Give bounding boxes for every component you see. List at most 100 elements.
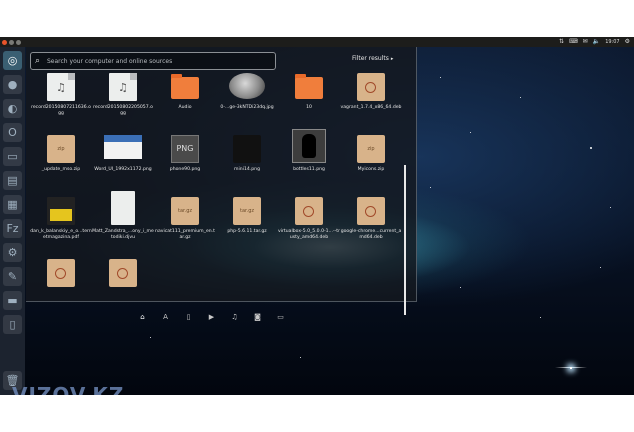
file-tile[interactable]: dan_k_balanskiy_e_o...ternetmagazina.pdf	[30, 197, 92, 257]
file-tile[interactable]: 0-...ge-3kNTDi23dq.jpg	[216, 73, 278, 133]
search-icon: ⌕	[35, 55, 41, 66]
desktop: ⇅ ⌨ ✉ 🔈 19:07 ⚙ ◎ ● ◐ O ▭ ▤ ▦ Fz ⚙ ✎ ▬ ▯…	[0, 37, 634, 395]
volume-icon[interactable]: 🔈	[593, 37, 600, 47]
dark-image-thumbnail	[233, 135, 261, 163]
star	[590, 147, 592, 149]
search-box[interactable]: ⌕	[30, 52, 276, 70]
star	[300, 357, 301, 358]
file-label: 10	[306, 105, 312, 110]
audio-file-icon: ♫	[109, 73, 137, 101]
file-label: _update_mso.zip	[41, 167, 81, 172]
file-label: mini14.png	[234, 167, 260, 172]
video-icon[interactable]: ▶	[207, 313, 216, 321]
launcher-text-editor-icon[interactable]: ▦	[3, 195, 22, 214]
folder-icon	[295, 74, 323, 99]
dash-home-button[interactable]: ◎	[3, 51, 22, 70]
file-label: google-chrome...current_amd64.deb	[340, 229, 402, 240]
file-label: php-5.6.11.tar.gz	[227, 229, 267, 234]
file-label: virtualbox-5.0_5.0.0-1...--trusty_amd64.…	[278, 229, 340, 240]
clock[interactable]: 19:07	[605, 39, 619, 45]
music-icon[interactable]: ♫	[230, 313, 239, 321]
launcher-gimp-icon[interactable]: ✎	[3, 267, 22, 286]
file-tile[interactable]: vagrant_1.7.4_x86_64.deb	[340, 73, 402, 133]
file-tile[interactable]: zip _update_mso.zip	[30, 135, 92, 195]
file-tile[interactable]: ♫ record20150802205057.ogg	[92, 73, 154, 133]
launcher-files-icon[interactable]: ▤	[3, 171, 22, 190]
top-panel: ⇅ ⌨ ✉ 🔈 19:07 ⚙	[0, 37, 634, 47]
bottle-image-thumbnail	[292, 129, 326, 163]
launcher-disk-icon[interactable]: ▯	[3, 315, 22, 334]
file-label: navicat111_premium_en.tar.gz	[155, 229, 215, 240]
file-tile[interactable]: tar.gz navicat111_premium_en.tar.gz	[154, 197, 216, 257]
file-tile[interactable]	[30, 259, 92, 293]
social-icon[interactable]: ▭	[276, 313, 285, 321]
star	[540, 317, 541, 318]
targz-archive-icon: tar.gz	[233, 197, 261, 225]
launcher-browser-icon[interactable]: ●	[3, 75, 22, 94]
zip-archive-icon: zip	[47, 135, 75, 163]
file-label: dan_k_balanskiy_e_o...ternetmagazina.pdf	[30, 229, 92, 240]
deb-package-icon	[47, 259, 75, 287]
home-icon[interactable]: ⌂	[138, 313, 147, 321]
file-tile[interactable]: Matt_Zandstra_...ony_i_metodiki.djvu	[92, 191, 154, 257]
deb-package-icon	[357, 197, 385, 225]
close-window-button[interactable]	[2, 39, 7, 45]
file-tile[interactable]: ♫ record20150807211636.ogg	[30, 73, 92, 133]
file-tile[interactable]: 10	[278, 73, 340, 133]
star	[150, 337, 151, 338]
moon-image-thumbnail	[229, 73, 265, 99]
file-tile[interactable]: google-chrome...current_amd64.deb	[340, 197, 402, 257]
launcher-settings-icon[interactable]: ⚙	[3, 243, 22, 262]
star	[520, 97, 521, 98]
photos-icon[interactable]: ◙	[253, 313, 262, 321]
deb-package-icon	[109, 259, 137, 287]
mail-icon[interactable]: ✉	[583, 37, 588, 47]
folder-icon	[171, 74, 199, 99]
star	[430, 187, 431, 188]
star-flare-core	[570, 367, 572, 369]
launcher-firefox-icon[interactable]: ◐	[3, 99, 22, 118]
search-input[interactable]	[44, 57, 275, 65]
lens-bar: ⌂ A ▯ ▶ ♫ ◙ ▭	[138, 310, 298, 324]
file-label: Audio	[178, 105, 192, 110]
file-tile[interactable]: virtualbox-5.0_5.0.0-1...--trusty_amd64.…	[278, 197, 340, 257]
file-tile[interactable]: Audio	[154, 73, 216, 133]
file-label: Word_UI_1992x1172.png	[94, 167, 152, 172]
dash-overlay: ⌕ Filter results▸ ♫ record20150807211636…	[26, 47, 417, 321]
audio-file-icon: ♫	[47, 73, 75, 101]
file-tile[interactable]	[92, 259, 154, 293]
filter-results-button[interactable]: Filter results ▸	[352, 55, 393, 62]
file-tile[interactable]: Word_UI_1992x1172.png	[92, 135, 154, 195]
png-image-icon: PNG	[171, 135, 199, 163]
targz-archive-icon: tar.gz	[171, 197, 199, 225]
launcher-opera-icon[interactable]: O	[3, 123, 22, 142]
minimize-window-button[interactable]	[9, 39, 14, 45]
launcher-terminal-icon[interactable]: ▭	[3, 147, 22, 166]
apps-icon[interactable]: A	[161, 313, 170, 321]
star	[460, 287, 461, 288]
file-tile[interactable]: zip Myicons.zip	[340, 135, 402, 195]
system-tray: ⇅ ⌨ ✉ 🔈 19:07 ⚙	[559, 37, 630, 47]
screenshot-thumbnail	[104, 135, 142, 159]
triangle-right-icon: ▸	[390, 56, 394, 62]
gear-icon[interactable]: ⚙	[625, 37, 630, 47]
keyboard-icon[interactable]: ⌨	[569, 37, 578, 47]
star	[440, 77, 441, 78]
zip-archive-icon: zip	[357, 135, 385, 163]
network-icon[interactable]: ⇅	[559, 37, 564, 47]
file-label: phone90.png	[169, 167, 201, 172]
file-label: Myicons.zip	[357, 167, 385, 172]
maximize-window-button[interactable]	[16, 39, 21, 45]
star	[600, 267, 601, 268]
launcher-monitor-icon[interactable]: ▬	[3, 291, 22, 310]
file-tile[interactable]: tar.gz php-5.6.11.tar.gz	[216, 197, 278, 257]
pdf-thumbnail	[47, 197, 75, 225]
file-tile[interactable]: bottles11.png	[278, 129, 340, 195]
file-tile[interactable]: mini14.png	[216, 135, 278, 195]
deb-package-icon	[357, 73, 385, 101]
file-tile[interactable]: PNG phone90.png	[154, 135, 216, 195]
djvu-document-thumbnail	[111, 191, 135, 225]
results-scrollbar[interactable]	[404, 165, 406, 315]
files-icon[interactable]: ▯	[184, 313, 193, 321]
launcher-filezilla-icon[interactable]: Fz	[3, 219, 22, 238]
